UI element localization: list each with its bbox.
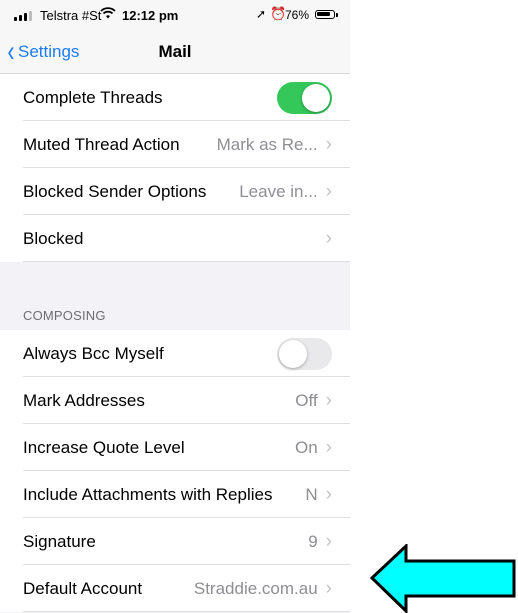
always-bcc-toggle[interactable] bbox=[277, 337, 332, 370]
row-value: On bbox=[294, 437, 318, 457]
row-value: Leave in... bbox=[239, 181, 318, 201]
phone-screen: Telstra #St 12:12 pm ➚ ⏰ 76% Mail ‹ Sett… bbox=[0, 0, 350, 613]
row-value: Straddie.com.au bbox=[193, 578, 318, 598]
chevron-right-icon: › bbox=[325, 577, 332, 599]
threading-group: Complete Threads Muted Thread Action Mar… bbox=[0, 74, 350, 262]
battery-percentage: 76% bbox=[285, 8, 310, 22]
row-blocked-sender-options[interactable]: Blocked Sender Options Leave in... › bbox=[0, 168, 350, 215]
row-value: Off bbox=[295, 390, 318, 410]
row-label: Muted Thread Action bbox=[23, 134, 180, 154]
chevron-right-icon: › bbox=[325, 180, 332, 202]
row-value: Mark as Re... bbox=[216, 134, 318, 154]
alarm-icon: ⏰ bbox=[270, 6, 287, 21]
battery-tip bbox=[336, 13, 338, 17]
row-label: Default Account bbox=[23, 578, 143, 598]
row-label: Complete Threads bbox=[23, 87, 163, 107]
row-value: 9 bbox=[308, 531, 318, 551]
row-label: Always Bcc Myself bbox=[23, 343, 164, 363]
composing-group: Always Bcc Myself Mark Addresses Off › I… bbox=[0, 330, 350, 612]
row-always-bcc-myself: Always Bcc Myself bbox=[0, 330, 350, 377]
chevron-right-icon: › bbox=[325, 530, 332, 552]
row-label: Signature bbox=[23, 531, 96, 551]
back-chevron-icon: ‹ bbox=[7, 35, 15, 68]
chevron-right-icon: › bbox=[325, 389, 332, 411]
row-label: Blocked Sender Options bbox=[23, 181, 207, 201]
row-default-account[interactable]: Default Account Straddie.com.au › bbox=[0, 565, 350, 612]
row-increase-quote-level[interactable]: Increase Quote Level On › bbox=[0, 424, 350, 471]
row-label: Mark Addresses bbox=[23, 390, 145, 410]
chevron-right-icon: › bbox=[325, 227, 332, 249]
row-muted-thread-action[interactable]: Muted Thread Action Mark as Re... › bbox=[0, 121, 350, 168]
row-label: Increase Quote Level bbox=[23, 437, 185, 457]
row-signature[interactable]: Signature 9 › bbox=[0, 518, 350, 565]
signal-icon bbox=[14, 11, 32, 21]
row-complete-threads: Complete Threads bbox=[0, 74, 350, 121]
back-button[interactable]: ‹ Settings bbox=[6, 30, 80, 74]
chevron-right-icon: › bbox=[325, 436, 332, 458]
toggle-knob bbox=[302, 83, 330, 112]
battery-icon bbox=[315, 10, 335, 19]
row-blocked[interactable]: Blocked › bbox=[0, 215, 350, 262]
row-label: Include Attachments with Replies bbox=[23, 484, 273, 504]
chevron-right-icon: › bbox=[325, 483, 332, 505]
complete-threads-toggle[interactable] bbox=[277, 81, 332, 114]
wifi-icon bbox=[100, 7, 116, 22]
chevron-right-icon: › bbox=[325, 133, 332, 155]
clock: 12:12 pm bbox=[122, 8, 179, 23]
row-mark-addresses[interactable]: Mark Addresses Off › bbox=[0, 377, 350, 424]
pointer-arrow bbox=[369, 544, 516, 613]
navigation-bar: Mail ‹ Settings bbox=[0, 30, 350, 74]
row-include-attachments[interactable]: Include Attachments with Replies N › bbox=[0, 471, 350, 518]
toggle-knob bbox=[279, 339, 307, 368]
location-icon: ➚ bbox=[256, 7, 267, 21]
section-header-composing: COMPOSING bbox=[23, 308, 106, 323]
back-button-label: Settings bbox=[18, 42, 80, 61]
status-bar: Telstra #St 12:12 pm ➚ ⏰ 76% bbox=[0, 0, 350, 30]
row-label: Blocked bbox=[23, 228, 84, 248]
carrier-name: Telstra #St bbox=[40, 8, 102, 23]
row-value: N bbox=[305, 484, 318, 504]
